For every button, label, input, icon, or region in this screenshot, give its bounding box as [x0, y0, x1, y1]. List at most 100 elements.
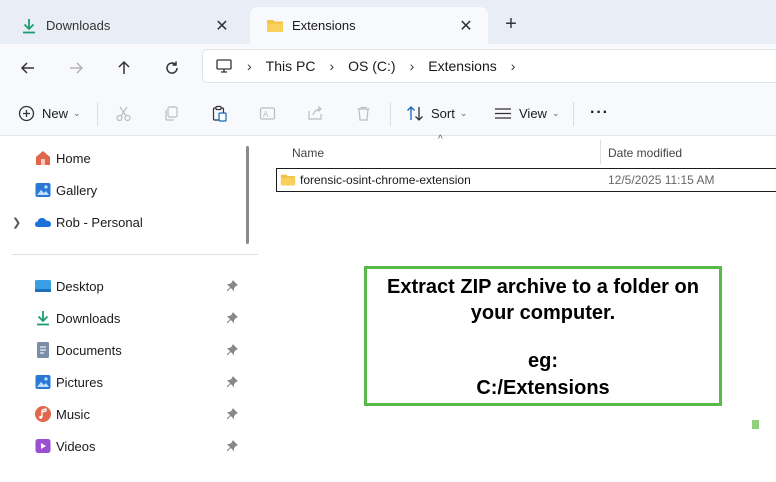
videos-icon: [34, 437, 52, 455]
nav-item-label: Downloads: [56, 310, 121, 326]
rename-button[interactable]: A: [259, 98, 276, 128]
tab-downloads[interactable]: Downloads ✕: [4, 7, 244, 44]
table-row[interactable]: forensic-osint-chrome-extension 12/5/202…: [276, 168, 776, 192]
view-button[interactable]: View ⌄: [494, 98, 560, 128]
nav-item-home[interactable]: Home: [0, 143, 250, 173]
nav-item-label: Videos: [56, 438, 96, 454]
nav-item-rob-personal[interactable]: ❯ Rob - Personal: [0, 207, 250, 237]
address-bar[interactable]: › This PC › OS (C:) › Extensions ›: [202, 49, 776, 83]
nav-item-downloads[interactable]: Downloads: [0, 303, 250, 333]
new-label: New: [42, 105, 69, 121]
plus-circle-icon: [18, 105, 35, 121]
arrow-left-icon: [20, 62, 34, 74]
folder-icon: [280, 174, 296, 186]
forward-button[interactable]: [60, 52, 92, 84]
column-header-name[interactable]: Name: [292, 140, 324, 166]
arrow-right-icon: [70, 62, 84, 74]
breadcrumb-extensions[interactable]: Extensions: [428, 58, 496, 74]
desktop-icon: [34, 277, 52, 295]
share-icon: [308, 105, 322, 120]
breadcrumb-os-c[interactable]: OS (C:): [348, 58, 395, 74]
nav-scrollbar[interactable]: [246, 146, 249, 244]
cut-button[interactable]: [115, 98, 132, 128]
address-row: › This PC › OS (C:) › Extensions ›: [0, 44, 776, 90]
nav-divider: [12, 254, 262, 255]
copy-icon: [165, 105, 178, 121]
divider: [573, 102, 574, 126]
nav-item-documents[interactable]: Documents: [0, 335, 250, 365]
chevron-right-icon: ›: [329, 58, 335, 74]
download-icon: [34, 309, 52, 327]
arrow-up-icon: [118, 60, 130, 74]
paste-button[interactable]: [211, 98, 228, 128]
nav-item-videos[interactable]: Videos: [0, 431, 250, 461]
cut-icon: [116, 106, 131, 121]
nav-item-music[interactable]: Music: [0, 399, 250, 429]
chevron-right-icon[interactable]: ❯: [12, 216, 21, 229]
paste-icon: [212, 105, 227, 122]
chevron-down-icon: ⌄: [459, 107, 468, 118]
nav-item-label: Rob - Personal: [56, 214, 143, 230]
column-header-date[interactable]: Date modified: [608, 140, 682, 166]
music-icon: [34, 405, 52, 423]
nav-item-label: Gallery: [56, 182, 98, 198]
chevron-right-icon: ›: [409, 58, 415, 74]
sort-label: Sort: [431, 105, 455, 121]
folder-icon: [266, 17, 284, 35]
column-divider[interactable]: [600, 140, 601, 164]
computer-icon: [215, 58, 233, 74]
chevron-down-icon: ⌄: [551, 107, 560, 118]
nav-item-label: Music: [56, 406, 90, 422]
refresh-button[interactable]: [156, 52, 188, 84]
breadcrumb-this-pc[interactable]: This PC: [266, 58, 316, 74]
chevron-right-icon: ›: [247, 58, 252, 74]
tab-label: Extensions: [292, 18, 356, 33]
svg-text:A: A: [263, 110, 269, 119]
nav-item-label: Pictures: [56, 374, 103, 390]
close-icon[interactable]: ✕: [456, 16, 476, 36]
trash-icon: [357, 106, 370, 121]
view-icon: [495, 107, 511, 119]
close-icon[interactable]: ✕: [212, 16, 232, 36]
callout-instruction: Extract ZIP archive to a folder on your …: [387, 276, 699, 324]
tab-extensions[interactable]: Extensions ✕: [250, 7, 488, 44]
copy-button[interactable]: [163, 98, 180, 128]
tab-strip: Downloads ✕ Extensions ✕ +: [0, 0, 776, 44]
sort-icon: [407, 105, 423, 121]
back-button[interactable]: [12, 52, 44, 84]
nav-item-label: Home: [56, 150, 91, 166]
pin-icon: [226, 440, 238, 452]
new-button[interactable]: New ⌄: [18, 98, 81, 128]
more-options-button[interactable]: ···: [590, 98, 609, 128]
navigation-pane: Home Gallery ❯ Rob - Personal Desktop Do…: [0, 136, 262, 482]
onedrive-icon: [34, 213, 52, 231]
delete-button[interactable]: [355, 98, 372, 128]
divider: [390, 102, 391, 126]
view-label: View: [519, 105, 547, 121]
up-button[interactable]: [108, 52, 140, 84]
callout-example-label: eg:: [528, 350, 558, 372]
pictures-icon: [34, 373, 52, 391]
pin-icon: [226, 376, 238, 388]
documents-icon: [34, 341, 52, 359]
gallery-icon: [34, 181, 52, 199]
instruction-callout: Extract ZIP archive to a folder on your …: [364, 266, 722, 406]
divider: [97, 102, 98, 126]
decorative-mark: [752, 420, 759, 429]
tab-label: Downloads: [46, 18, 111, 33]
new-tab-button[interactable]: +: [500, 13, 522, 35]
sort-ascending-icon: ^: [438, 134, 443, 145]
nav-item-desktop[interactable]: Desktop: [0, 271, 250, 301]
share-button[interactable]: [307, 98, 324, 128]
nav-item-pictures[interactable]: Pictures: [0, 367, 250, 397]
nav-item-label: Desktop: [56, 278, 104, 294]
chevron-down-icon: ⌄: [73, 107, 81, 118]
file-name: forensic-osint-chrome-extension: [300, 173, 471, 187]
nav-item-label: Documents: [56, 342, 122, 358]
download-icon: [20, 17, 38, 35]
refresh-icon: [166, 61, 178, 74]
command-bar: New ⌄ A Sort ⌄ View ⌄ ···: [0, 90, 776, 136]
nav-item-gallery[interactable]: Gallery: [0, 175, 250, 205]
sort-button[interactable]: Sort ⌄: [406, 98, 467, 128]
callout-example-path: C:/Extensions: [476, 377, 610, 399]
